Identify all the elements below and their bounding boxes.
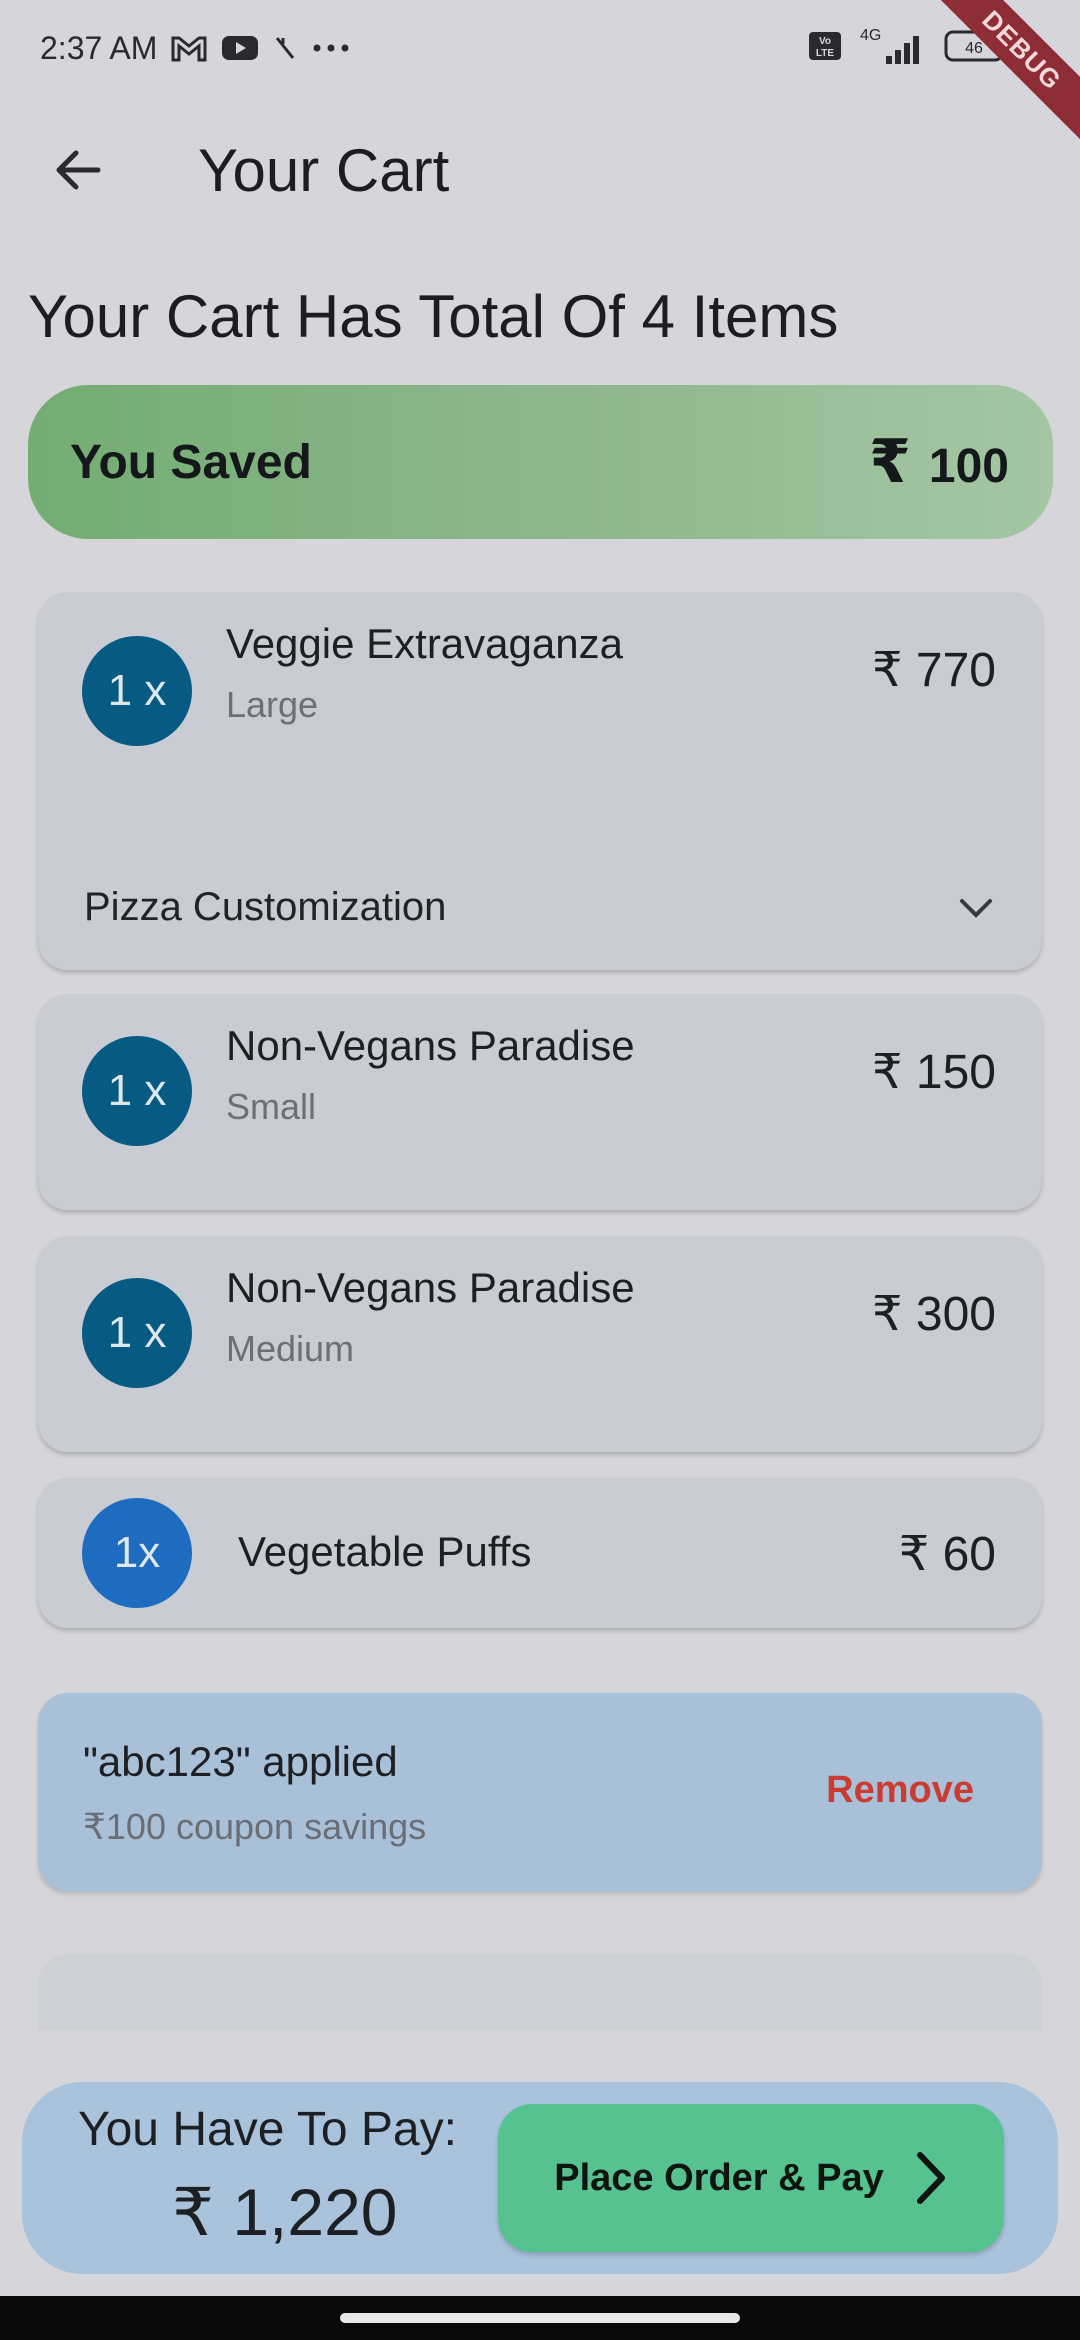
savings-amount: ₹100 xyxy=(869,427,1009,497)
home-indicator[interactable] xyxy=(340,2313,740,2323)
item-size: Large xyxy=(226,684,319,725)
rupee-symbol: ₹ xyxy=(869,428,911,495)
payment-bar: You Have To Pay: ₹ 1,220 Place Order & P… xyxy=(22,2082,1058,2274)
pay-amount: ₹ 1,220 xyxy=(172,2175,398,2249)
quantity-badge: 1x xyxy=(82,1498,192,1608)
savings-banner: You Saved ₹100 xyxy=(28,385,1053,539)
volte-icon: Vo LTE xyxy=(808,31,842,61)
coupon-code: "abc123" applied xyxy=(83,1738,398,1785)
item-size: Medium xyxy=(226,1328,355,1369)
coupon-savings: ₹100 coupon savings xyxy=(83,1806,427,1847)
item-name: Vegetable Puffs xyxy=(238,1528,532,1575)
back-button[interactable] xyxy=(40,140,116,200)
item-price: ₹ 150 xyxy=(872,1046,996,1099)
cell-signal-icon: 4G xyxy=(858,26,928,66)
status-bar: 2:37 AM Vo LTE 4G 46 xyxy=(0,0,1080,96)
savings-value: 100 xyxy=(928,440,1009,493)
quantity-badge: 1 x xyxy=(82,636,192,746)
partial-card xyxy=(38,1954,1042,2030)
remove-coupon-button[interactable]: Remove xyxy=(826,1769,974,1812)
coupon-card: "abc123" applied ₹100 coupon savings Rem… xyxy=(38,1693,1042,1891)
item-name: Veggie Extravaganza xyxy=(226,620,623,667)
cart-item-card: 1 x Veggie Extravaganza Large ₹ 770 Pizz… xyxy=(38,592,1042,970)
quantity-badge: 1 x xyxy=(82,1036,192,1146)
cart-item-card: 1 x Non-Vegans Paradise Small ₹ 150 xyxy=(38,994,1042,1210)
quantity-badge: 1 x xyxy=(82,1278,192,1388)
item-size: Small xyxy=(226,1086,317,1127)
status-time: 2:37 AM xyxy=(40,29,158,66)
svg-text:LTE: LTE xyxy=(816,48,834,59)
item-price: ₹ 300 xyxy=(872,1288,996,1341)
gmail-icon xyxy=(171,34,207,62)
chevron-down-icon xyxy=(960,898,992,918)
item-price: ₹ 60 xyxy=(898,1528,996,1581)
pizza-customization-toggle[interactable]: Pizza Customization xyxy=(84,885,996,930)
svg-text:46: 46 xyxy=(965,40,983,57)
chevron-right-icon xyxy=(916,2152,945,2204)
cart-item-card: 1x Vegetable Puffs ₹ 60 xyxy=(38,1478,1042,1628)
page-title: Your Cart xyxy=(198,137,450,204)
more-dots-icon xyxy=(311,43,351,53)
item-name: Non-Vegans Paradise xyxy=(226,1264,635,1311)
cart-item-card: 1 x Non-Vegans Paradise Medium ₹ 300 xyxy=(38,1236,1042,1452)
youtube-icon xyxy=(221,34,259,62)
svg-text:4G: 4G xyxy=(860,27,881,44)
signal-off-icon xyxy=(273,34,297,62)
pay-label: You Have To Pay: xyxy=(78,2103,457,2156)
savings-label: You Saved xyxy=(70,435,312,489)
svg-text:Vo: Vo xyxy=(819,36,831,47)
arrow-left-icon xyxy=(56,150,101,190)
item-name: Non-Vegans Paradise xyxy=(226,1022,635,1069)
customization-label: Pizza Customization xyxy=(84,885,447,929)
app-bar: Your Cart xyxy=(0,110,1080,230)
cart-heading: Your Cart Has Total Of 4 Items xyxy=(28,283,839,350)
place-order-button[interactable]: Place Order & Pay xyxy=(498,2104,1004,2252)
item-price: ₹ 770 xyxy=(872,644,996,697)
place-order-label: Place Order & Pay xyxy=(554,2156,884,2199)
